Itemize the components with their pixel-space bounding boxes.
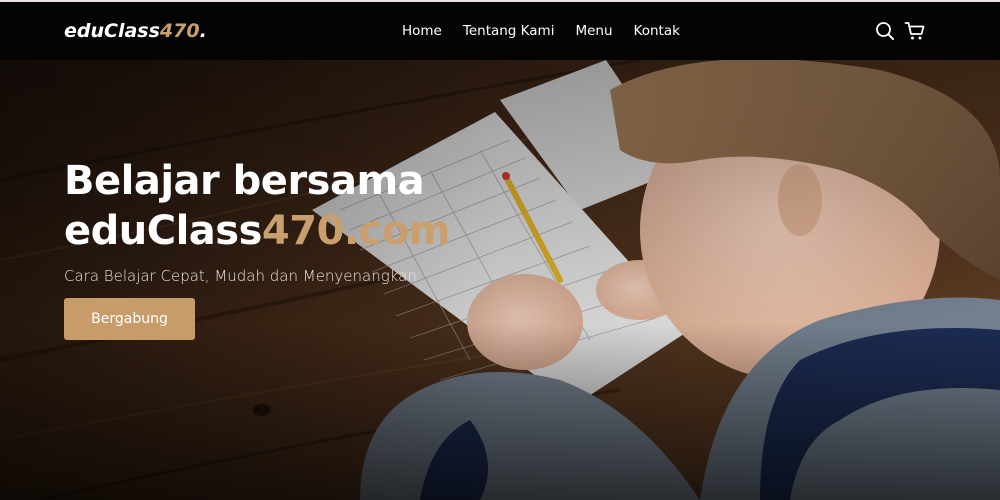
join-button[interactable]: Bergabung — [64, 298, 195, 340]
main-nav: Home Tentang Kami Menu Kontak — [402, 22, 680, 40]
cart-icon[interactable] — [904, 20, 926, 42]
brand-name: eduClass — [64, 20, 160, 42]
hero-subtitle: Cara Belajar Cepat, Mudah dan Menyenangk… — [64, 267, 417, 285]
hero-section: Belajar bersama eduClass470.com Cara Bela… — [0, 60, 1000, 500]
brand-number: 470 — [159, 20, 200, 42]
hero-title: Belajar bersama eduClass470.com — [64, 156, 450, 256]
brand-logo[interactable]: eduClass470. — [64, 18, 207, 44]
navbar: eduClass470. Home Tentang Kami Menu Kont… — [0, 0, 1000, 60]
nav-home[interactable]: Home — [402, 22, 442, 40]
nav-menu[interactable]: Menu — [575, 22, 612, 40]
hero-title-brand-accent: 470.com — [261, 208, 451, 254]
search-icon[interactable] — [874, 20, 896, 42]
hero-title-brand: eduClass — [64, 208, 262, 254]
nav-kontak[interactable]: Kontak — [634, 22, 680, 40]
page: eduClass470. Home Tentang Kami Menu Kont… — [0, 0, 1000, 500]
hero-title-line1: Belajar bersama — [64, 158, 425, 204]
brand-dot: . — [199, 20, 207, 42]
nav-tentang-kami[interactable]: Tentang Kami — [463, 22, 555, 40]
hero-content: Belajar bersama eduClass470.com Cara Bela… — [64, 156, 450, 340]
